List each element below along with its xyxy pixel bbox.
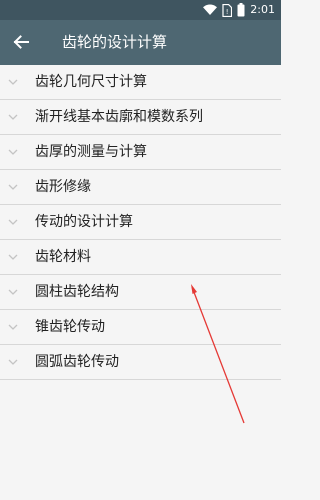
wifi-icon	[203, 4, 218, 15]
list-item-involute-profile[interactable]: 渐开线基本齿廓和模数系列	[0, 100, 281, 135]
list-item-label: 锥齿轮传动	[35, 319, 105, 335]
list-item-cylindrical-gear-structure[interactable]: 圆柱齿轮结构	[0, 275, 281, 310]
list-item-label: 渐开线基本齿廓和模数系列	[35, 109, 203, 125]
app-bar: 齿轮的设计计算	[0, 20, 281, 65]
list-item-label: 齿轮材料	[35, 249, 91, 265]
chevron-down-icon	[8, 254, 18, 260]
status-icons: ! 2:01	[203, 2, 275, 18]
list-item-label: 齿厚的测量与计算	[35, 144, 147, 160]
list-item-label: 圆柱齿轮结构	[35, 284, 119, 300]
back-button[interactable]	[9, 30, 33, 54]
status-time: 2:01	[250, 3, 275, 16]
list-item-label: 齿形修缘	[35, 179, 91, 195]
list-item-circular-arc-gear[interactable]: 圆弧齿轮传动	[0, 345, 281, 380]
status-bar: ! 2:01	[0, 0, 281, 20]
arrow-left-icon	[13, 35, 29, 49]
chevron-down-icon	[8, 289, 18, 295]
chevron-down-icon	[8, 114, 18, 120]
list-item-tooth-thickness[interactable]: 齿厚的测量与计算	[0, 135, 281, 170]
topic-list: 齿轮几何尺寸计算 渐开线基本齿廓和模数系列 齿厚的测量与计算 齿形修缘 传动的设…	[0, 65, 281, 380]
list-item-tip-relief[interactable]: 齿形修缘	[0, 170, 281, 205]
chevron-down-icon	[8, 219, 18, 225]
page-title: 齿轮的设计计算	[62, 33, 168, 51]
list-item-gear-materials[interactable]: 齿轮材料	[0, 240, 281, 275]
chevron-down-icon	[8, 79, 18, 85]
svg-text:!: !	[226, 8, 229, 16]
list-item-label: 齿轮几何尺寸计算	[35, 74, 147, 90]
list-item-transmission-design[interactable]: 传动的设计计算	[0, 205, 281, 240]
list-item-bevel-gear[interactable]: 锥齿轮传动	[0, 310, 281, 345]
list-item-label: 圆弧齿轮传动	[35, 354, 119, 370]
chevron-down-icon	[8, 184, 18, 190]
chevron-down-icon	[8, 149, 18, 155]
battery-icon	[237, 3, 245, 17]
list-item-gear-geometry[interactable]: 齿轮几何尺寸计算	[0, 65, 281, 100]
chevron-down-icon	[8, 324, 18, 330]
chevron-down-icon	[8, 359, 18, 365]
sim-card-icon: !	[222, 3, 233, 17]
list-item-label: 传动的设计计算	[35, 214, 133, 230]
